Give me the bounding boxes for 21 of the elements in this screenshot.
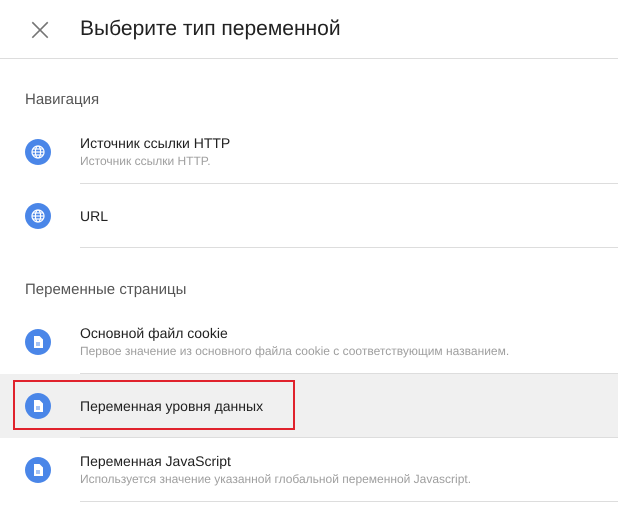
item-title: Источник ссылки HTTP (80, 135, 232, 151)
variable-type-item[interactable]: Переменная JavaScript Используется значение указанной глобальной переменной Javascript. (0, 438, 618, 502)
item-description: Источник ссылки HTTP. (80, 154, 212, 168)
document-icon (25, 457, 51, 483)
document-icon (25, 393, 51, 419)
item-description: Используется значение указанной глобальной переменной Javascript. (80, 472, 472, 486)
item-title: Переменная JavaScript (80, 453, 232, 469)
section-heading: Навигация (25, 91, 100, 108)
document-icon (25, 329, 51, 355)
close-button[interactable]: × (0, 13, 80, 45)
variable-type-item[interactable]: Источник ссылки HTTP Источник ссылки HTTP. (0, 120, 618, 184)
item-title: URL (80, 208, 110, 224)
item-title: Основной файл cookie (80, 325, 229, 341)
globe-icon (25, 139, 51, 165)
item-title: Переменная уровня данных (80, 398, 264, 414)
dialog-title: Выберите тип переменной (80, 17, 341, 41)
section-heading: Переменные страницы (25, 281, 186, 298)
variable-type-item[interactable]: Переменная уровня данных (0, 374, 618, 438)
variable-type-item[interactable]: URL (0, 184, 618, 248)
globe-icon (25, 203, 51, 229)
item-description: Первое значение из основного файла cookie с соответствующим названием. (80, 344, 510, 358)
